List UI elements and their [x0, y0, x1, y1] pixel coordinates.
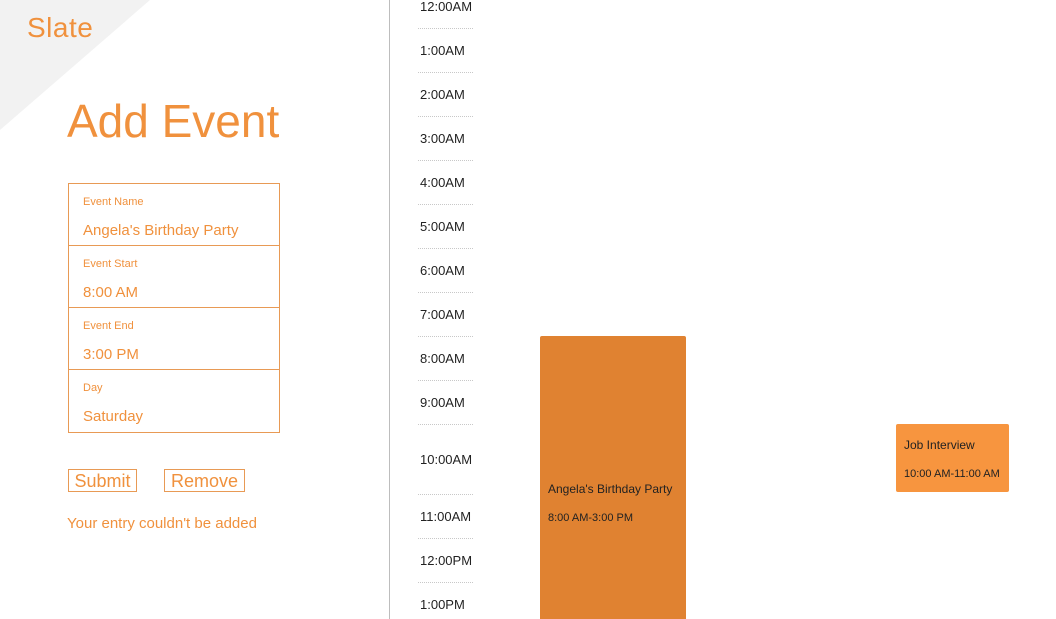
remove-button[interactable]: Remove [164, 469, 245, 492]
hour-divider [418, 72, 473, 73]
hour-label: 8:00AM [420, 351, 465, 366]
hour-label: 1:00PM [420, 597, 465, 612]
event-birthday-party[interactable]: Angela's Birthday Party 8:00 AM-3:00 PM [540, 336, 686, 619]
event-end-field[interactable]: Event End 3:00 PM [69, 308, 279, 370]
event-start-label: Event Start [83, 258, 138, 270]
hour-divider [418, 380, 473, 381]
event-end-input[interactable]: 3:00 PM [83, 346, 139, 363]
hour-label: 3:00AM [420, 131, 465, 146]
event-end-label: Event End [83, 320, 134, 332]
event-time: 8:00 AM-3:00 PM [548, 512, 633, 524]
submit-button[interactable]: Submit [68, 469, 137, 492]
event-start-field[interactable]: Event Start 8:00 AM [69, 246, 279, 308]
hour-divider [418, 248, 473, 249]
page-title: Add Event [67, 95, 280, 147]
hour-label: 6:00AM [420, 263, 465, 278]
add-event-form: Event Name Angela's Birthday Party Event… [68, 183, 280, 433]
hour-divider [418, 160, 473, 161]
hour-divider [418, 494, 473, 495]
hour-divider [418, 292, 473, 293]
hour-divider [418, 116, 473, 117]
day-label: Day [83, 382, 103, 394]
app-logo: Slate [27, 12, 94, 43]
hour-label: 5:00AM [420, 219, 465, 234]
event-name-input[interactable]: Angela's Birthday Party [83, 222, 238, 239]
hour-label: 10:00AM [420, 452, 473, 467]
hour-label: 7:00AM [420, 307, 465, 322]
hour-label: 2:00AM [420, 87, 465, 102]
hour-divider [418, 424, 473, 425]
event-name-field[interactable]: Event Name Angela's Birthday Party [69, 184, 279, 246]
event-job-interview[interactable]: Job Interview 10:00 AM-11:00 AM [896, 424, 1009, 492]
event-title: Angela's Birthday Party [548, 482, 673, 496]
hour-divider [418, 336, 473, 337]
hour-divider [418, 204, 473, 205]
hour-label: 12:00PM [420, 553, 473, 568]
hour-divider [418, 582, 473, 583]
hour-label: 4:00AM [420, 175, 465, 190]
hour-divider [418, 538, 473, 539]
hour-divider [418, 28, 473, 29]
day-input[interactable]: Saturday [83, 408, 143, 425]
error-message: Your entry couldn't be added [67, 515, 257, 532]
event-time: 10:00 AM-11:00 AM [904, 468, 1000, 480]
hour-label: 11:00AM [420, 509, 472, 524]
app-root: Slate Add Event Event Name Angela's Birt… [0, 0, 1056, 619]
event-title: Job Interview [904, 438, 975, 452]
hour-label: 1:00AM [420, 43, 465, 58]
event-start-input[interactable]: 8:00 AM [83, 284, 138, 301]
hour-label: 12:00AM [420, 0, 473, 14]
event-name-label: Event Name [83, 196, 144, 208]
panel-divider [389, 0, 390, 619]
hour-label: 9:00AM [420, 395, 465, 410]
day-field[interactable]: Day Saturday [69, 370, 279, 432]
